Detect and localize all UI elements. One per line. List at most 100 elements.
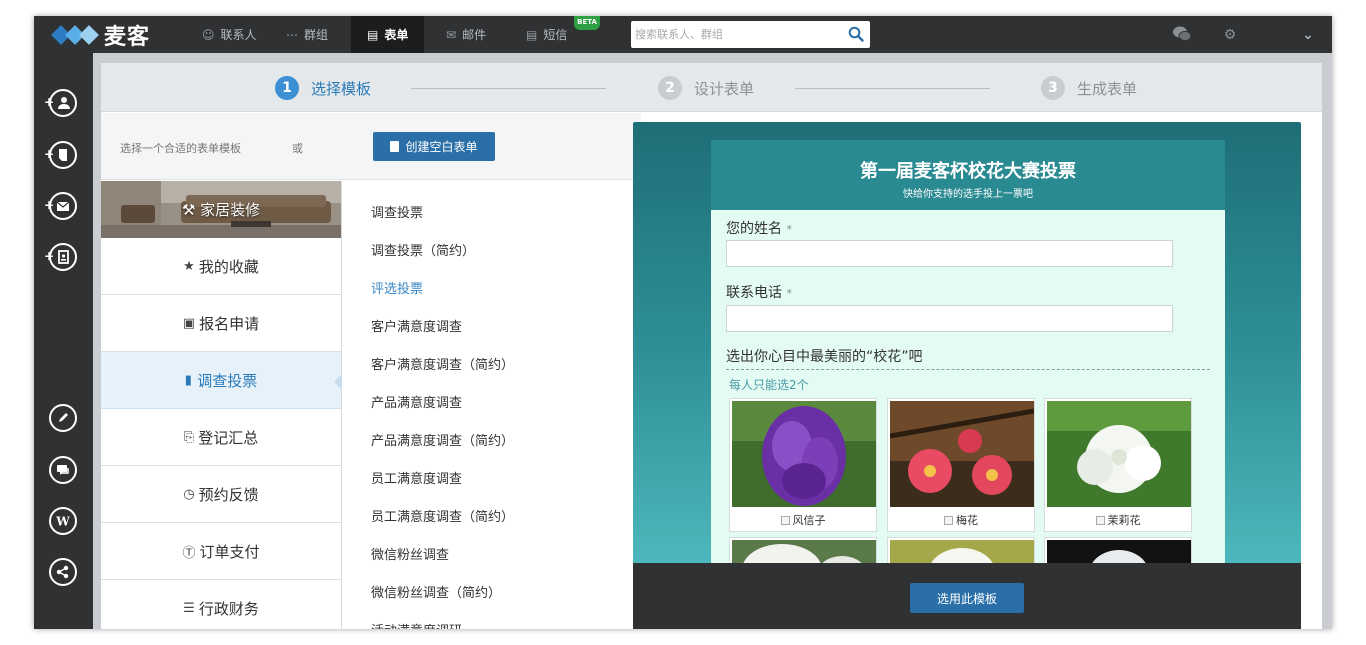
edit-icon — [59, 413, 68, 422]
create-blank-form-button[interactable]: 创建空白表单 — [373, 132, 495, 161]
option-card-hyacinth[interactable]: 风信子 — [729, 398, 877, 532]
checkbox[interactable] — [944, 516, 953, 525]
category-registration[interactable]: ▣ 报名申请 — [101, 295, 341, 352]
form-preview-card: 第一届麦客杯校花大赛投票 快给你支持的选手投上一票吧 您的姓名 * 联系电话 *… — [711, 140, 1225, 617]
share-icon — [56, 565, 69, 579]
name-field[interactable] — [726, 240, 1173, 267]
use-template-button[interactable]: 选用此模板 — [910, 583, 1024, 613]
add-mail-button[interactable]: + — [44, 192, 77, 220]
nav-contacts[interactable]: ☺ 联系人 — [186, 16, 273, 53]
option-caption: 梅花 — [888, 512, 1034, 528]
preview-footer: 选用此模板 — [633, 563, 1301, 629]
add-contact-icon — [58, 97, 70, 109]
chevron-down-icon[interactable]: ⌄ — [1298, 25, 1318, 45]
category-home-decor[interactable]: ⚒ 家居装修 — [101, 181, 341, 238]
plus-icon: + — [44, 147, 55, 161]
category-label: 我的收藏 — [198, 257, 259, 276]
template-item[interactable]: 员工满意度调查（简约） — [371, 506, 514, 525]
category-admin-finance[interactable]: ☰ 行政财务 — [101, 580, 341, 629]
layers-icon: ☰ — [183, 600, 195, 616]
template-item[interactable]: 产品满意度调查（简约） — [371, 430, 514, 449]
add-form-icon — [59, 149, 67, 161]
nav-sms-label: 短信 — [543, 28, 568, 42]
add-mail-icon — [56, 201, 70, 211]
option-card-plum[interactable]: 梅花 — [887, 398, 1035, 532]
category-favorites[interactable]: ★ 我的收藏 — [101, 238, 341, 295]
template-item[interactable]: 微信粉丝调查（简约） — [371, 582, 501, 601]
step-connector — [411, 88, 606, 89]
edit-button[interactable] — [49, 404, 77, 432]
field-label-text: 您的姓名 — [726, 221, 782, 237]
form-header: 第一届麦客杯校花大赛投票 快给你支持的选手投上一票吧 — [711, 140, 1225, 210]
step-3: 3 生成表单 — [1041, 76, 1137, 100]
add-card-button[interactable]: + — [44, 243, 77, 271]
category-booking-feedback[interactable]: ◷ 预约反馈 — [101, 466, 341, 523]
nav-groups[interactable]: ⋯ 群组 — [270, 16, 344, 53]
option-card-jasmine[interactable]: 茉莉花 — [1044, 398, 1192, 532]
message-button[interactable] — [49, 456, 77, 484]
nav-forms[interactable]: ▤ 表单 — [351, 16, 425, 53]
add-form-button[interactable]: + — [44, 141, 77, 169]
step-3-label: 生成表单 — [1077, 79, 1138, 98]
step-2-number: 2 — [658, 76, 682, 100]
nav-sms[interactable]: ▤ 短信 — [510, 16, 583, 53]
nav-mail[interactable]: ✉ 邮件 — [430, 16, 502, 53]
template-list: 调查投票 调查投票（简约） 评选投票 客户满意度调查 客户满意度调查（简约） 产… — [342, 181, 634, 629]
logo-mark-icon — [51, 24, 100, 46]
grid-icon: ⋯ — [286, 27, 298, 42]
template-item[interactable]: 产品满意度调查 — [371, 392, 462, 411]
or-text: 或 — [292, 142, 303, 155]
hammer-icon: ⚒ — [181, 201, 201, 219]
step-1-label: 选择模板 — [311, 79, 372, 98]
category-survey-vote[interactable]: ▮ 调查投票 — [101, 352, 342, 409]
option-label: 风信子 — [792, 514, 826, 527]
wordpress-icon: W — [55, 515, 70, 529]
category-sign-up-summary[interactable]: ⎘ 登记汇总 — [101, 409, 341, 466]
template-item[interactable]: 调查投票 — [371, 202, 423, 221]
category-order-payment[interactable]: Ⓣ 订单支付 — [101, 523, 341, 580]
template-toolbar: 选择一个合适的表单模板 或 创建空白表单 — [101, 113, 641, 180]
template-item[interactable]: 微信粉丝调查 — [371, 544, 449, 563]
step-connector — [795, 88, 990, 89]
wordpress-button[interactable]: W — [49, 507, 77, 535]
create-blank-form-label: 创建空白表单 — [405, 140, 478, 154]
step-2: 2 设计表单 — [658, 76, 754, 100]
category-label: 订单支付 — [199, 542, 260, 561]
jasmine-image — [1047, 401, 1191, 507]
template-item[interactable]: 活动满意度调研 — [371, 620, 462, 629]
wechat-icon[interactable] — [1172, 25, 1192, 45]
clipboard-icon: ⎘ — [183, 429, 195, 445]
nav-contacts-label: 联系人 — [220, 28, 257, 42]
main-panel: 1 选择模板 2 设计表单 3 生成表单 选择一个合适的表单模板 或 创建空白表… — [101, 63, 1322, 629]
nav-groups-label: 群组 — [304, 28, 329, 42]
template-item-selected[interactable]: 评选投票 — [371, 278, 423, 297]
step-indicator: 1 选择模板 2 设计表单 3 生成表单 — [101, 63, 1322, 112]
add-contact-button[interactable]: + — [44, 89, 77, 117]
nav-forms-label: 表单 — [384, 28, 409, 42]
question-title: 选出你心目中最美丽的“校花”吧 — [726, 349, 923, 365]
category-label: 行政财务 — [198, 599, 259, 618]
template-item[interactable]: 客户满意度调查（简约） — [371, 354, 514, 373]
phone-field[interactable] — [726, 305, 1173, 332]
phone-field-label: 联系电话 * — [726, 282, 792, 302]
plus-icon: + — [44, 198, 55, 212]
share-button[interactable] — [49, 558, 77, 586]
search-box — [631, 21, 870, 48]
divider — [726, 369, 1210, 370]
search-icon[interactable] — [848, 26, 864, 42]
category-label: 预约反馈 — [198, 485, 259, 504]
id-card-icon: ▣ — [182, 315, 196, 331]
category-label: 报名申请 — [199, 314, 260, 333]
checkbox[interactable] — [780, 516, 790, 525]
nav-mail-label: 邮件 — [462, 28, 487, 42]
person-icon: ☺ — [202, 27, 215, 42]
logo[interactable]: 麦客 — [51, 20, 150, 50]
template-item[interactable]: 调查投票（简约） — [371, 240, 475, 259]
beta-badge: BETA — [574, 16, 600, 30]
gear-icon[interactable]: ⚙ — [1220, 25, 1240, 45]
template-item[interactable]: 客户满意度调查 — [371, 316, 462, 335]
hyacinth-image — [732, 401, 876, 507]
checkbox[interactable] — [1095, 516, 1105, 525]
search-input[interactable] — [635, 24, 835, 45]
template-item[interactable]: 员工满意度调查 — [371, 468, 462, 487]
